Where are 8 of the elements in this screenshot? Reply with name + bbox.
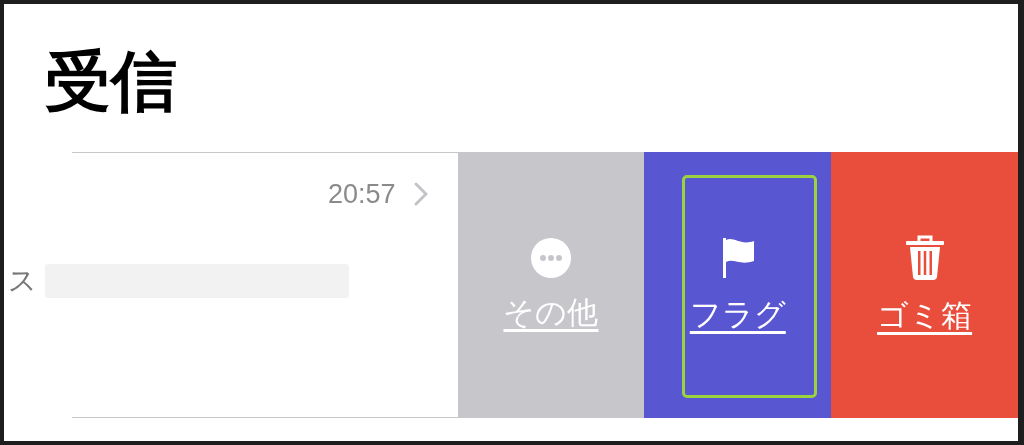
page-title: 受信 bbox=[45, 42, 177, 122]
trash-icon bbox=[904, 235, 945, 281]
message-time: 20:57 bbox=[328, 178, 396, 211]
sender-text: ス bbox=[7, 263, 37, 299]
action-link[interactable]: フラグ bbox=[689, 294, 786, 334]
more-icon bbox=[531, 238, 571, 278]
chevron-right-icon bbox=[413, 182, 428, 206]
action-link[interactable]: ゴミ箱 bbox=[877, 295, 973, 335]
